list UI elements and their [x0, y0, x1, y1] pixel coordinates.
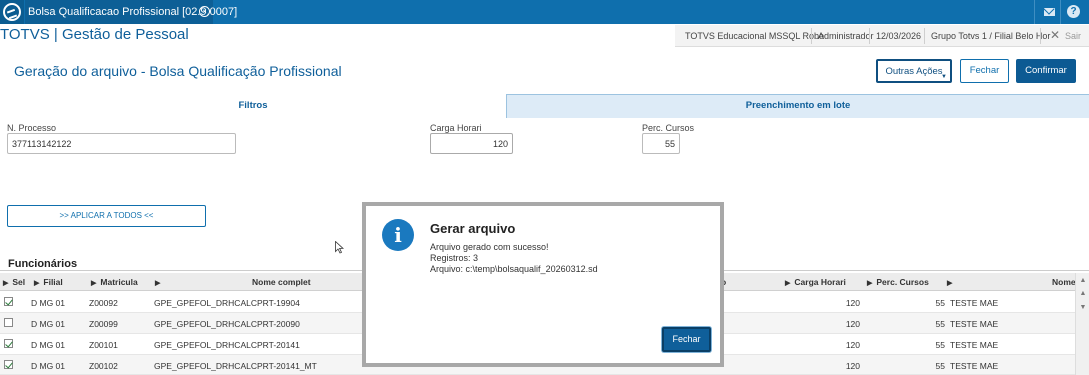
cell-nome2: TESTE MAE: [950, 340, 999, 350]
session-info-bar: TOTVS Educacional MSSQL Robo Administrad…: [675, 25, 1089, 47]
row-checkbox[interactable]: [4, 360, 13, 369]
cell-matricula: Z00092: [89, 298, 118, 308]
tab-preenchimento-em-lote[interactable]: Preenchimento em lote: [506, 94, 1089, 118]
cell-nome2: TESTE MAE: [950, 319, 999, 329]
generate-file-dialog: i Gerar arquivo Arquivo gerado com suces…: [366, 206, 720, 363]
cell-nome: GPE_GPEFOL_DRHCALCPRT-20090: [154, 319, 300, 329]
row-checkbox[interactable]: [4, 297, 13, 306]
header-sel[interactable]: ▶ Sel: [3, 277, 25, 287]
group-label: Grupo Totvs 1 / Filial Belo Hor: [931, 31, 1051, 41]
cell-carga: 120: [845, 319, 860, 329]
cell-nome: GPE_GPEFOL_DRHCALCPRT-20141_MT: [154, 361, 317, 371]
employees-title: Funcionários: [8, 258, 78, 270]
totvs-logo-icon[interactable]: [0, 0, 24, 24]
header-perc[interactable]: ▶ Perc. Cursos: [867, 277, 929, 287]
scroll-up-icon[interactable]: ▲: [1078, 289, 1088, 299]
header-matricula[interactable]: ▶ Matricula: [91, 277, 138, 287]
divider: [924, 28, 925, 44]
workload-label: Carga Horari: [430, 123, 482, 133]
cell-carga: 120: [845, 361, 860, 371]
process-number-label: N. Processo: [7, 123, 57, 133]
app-title: TOTVS | Gestão de Pessoal: [0, 26, 189, 43]
mail-icon[interactable]: [1042, 4, 1058, 20]
cell-filial: D MG 01: [31, 361, 66, 371]
cell-perc: 55: [935, 298, 945, 308]
header-sort-arrow[interactable]: ▶: [947, 277, 956, 287]
cell-carga: 120: [845, 298, 860, 308]
cell-matricula: Z00102: [89, 361, 118, 371]
tab-close-icon[interactable]: ×: [199, 6, 210, 17]
dialog-close-button[interactable]: Fechar: [662, 327, 711, 352]
top-bar: Bolsa Qualificacao Profissional [02.9.00…: [0, 0, 1089, 24]
cell-perc: 55: [935, 361, 945, 371]
divider: [811, 28, 812, 44]
row-checkbox[interactable]: [4, 339, 13, 348]
header-filial[interactable]: ▶ Filial: [34, 277, 63, 287]
tab-strip: Filtros Preenchimento em lote: [0, 94, 1089, 118]
mouse-cursor-icon: [335, 241, 344, 254]
cell-nome2: TESTE MAE: [950, 361, 999, 371]
scroll-down-icon[interactable]: ▼: [1078, 303, 1088, 313]
close-button[interactable]: Fechar: [960, 59, 1009, 83]
cell-nome: GPE_GPEFOL_DRHCALCPRT-19904: [154, 298, 300, 308]
header-nome[interactable]: Nome complet: [252, 277, 311, 287]
tab-filtros[interactable]: Filtros: [0, 94, 506, 118]
divider: [1040, 28, 1041, 44]
course-percent-field[interactable]: 55: [642, 133, 680, 154]
window-tab[interactable]: Bolsa Qualificacao Profissional [02.9.00…: [25, 0, 237, 24]
other-actions-label: Outras Ações: [885, 66, 943, 77]
course-percent-label: Perc. Cursos: [642, 123, 695, 133]
cell-nome2: TESTE MAE: [950, 298, 999, 308]
page-title: Geração do arquivo - Bolsa Qualificação …: [14, 63, 342, 79]
cell-matricula: Z00101: [89, 340, 118, 350]
cell-filial: D MG 01: [31, 340, 66, 350]
cell-matricula: Z00099: [89, 319, 118, 329]
dialog-title: Gerar arquivo: [430, 221, 516, 236]
cell-filial: D MG 01: [31, 319, 66, 329]
info-icon: i: [382, 219, 414, 251]
process-number-field[interactable]: 377113142122: [7, 133, 236, 154]
header-carga[interactable]: ▶ Carga Horari: [785, 277, 846, 287]
close-icon[interactable]: ✕: [1050, 28, 1060, 42]
divider: [869, 28, 870, 44]
grid-scrollbar[interactable]: ▲ ▲ ▼: [1075, 273, 1089, 375]
other-actions-button[interactable]: Outras Ações ▼: [876, 59, 952, 83]
exit-button[interactable]: Sair: [1065, 31, 1081, 41]
cell-carga: 120: [845, 340, 860, 350]
workload-field[interactable]: 120: [430, 133, 513, 154]
dialog-file-path: Arquivo: c:\temp\bolsaqualif_20260312.sd: [430, 264, 598, 274]
cell-filial: D MG 01: [31, 298, 66, 308]
dialog-records: Registros: 3: [430, 253, 479, 263]
header-sort-arrow[interactable]: ▶: [155, 277, 164, 287]
divider: [1060, 0, 1061, 24]
scroll-up-icon[interactable]: ▲: [1078, 276, 1088, 286]
cell-perc: 55: [935, 340, 945, 350]
cell-perc: 55: [935, 319, 945, 329]
row-checkbox[interactable]: [4, 318, 13, 327]
header-nome2[interactable]: Nome: [1052, 277, 1076, 287]
user-label: Administrador: [818, 31, 874, 41]
cell-nome: GPE_GPEFOL_DRHCALCPRT-20141: [154, 340, 300, 350]
help-icon[interactable]: ?: [1066, 4, 1082, 20]
environment-label: TOTVS Educacional MSSQL Robo: [685, 31, 825, 41]
divider: [1034, 0, 1035, 24]
dialog-message: Arquivo gerado com sucesso!: [430, 242, 549, 252]
apply-to-all-button[interactable]: >> APLICAR A TODOS <<: [7, 205, 206, 227]
chevron-down-icon: ▼: [941, 74, 947, 80]
confirm-button[interactable]: Confirmar: [1016, 59, 1076, 83]
date-label: 12/03/2026: [876, 31, 922, 41]
